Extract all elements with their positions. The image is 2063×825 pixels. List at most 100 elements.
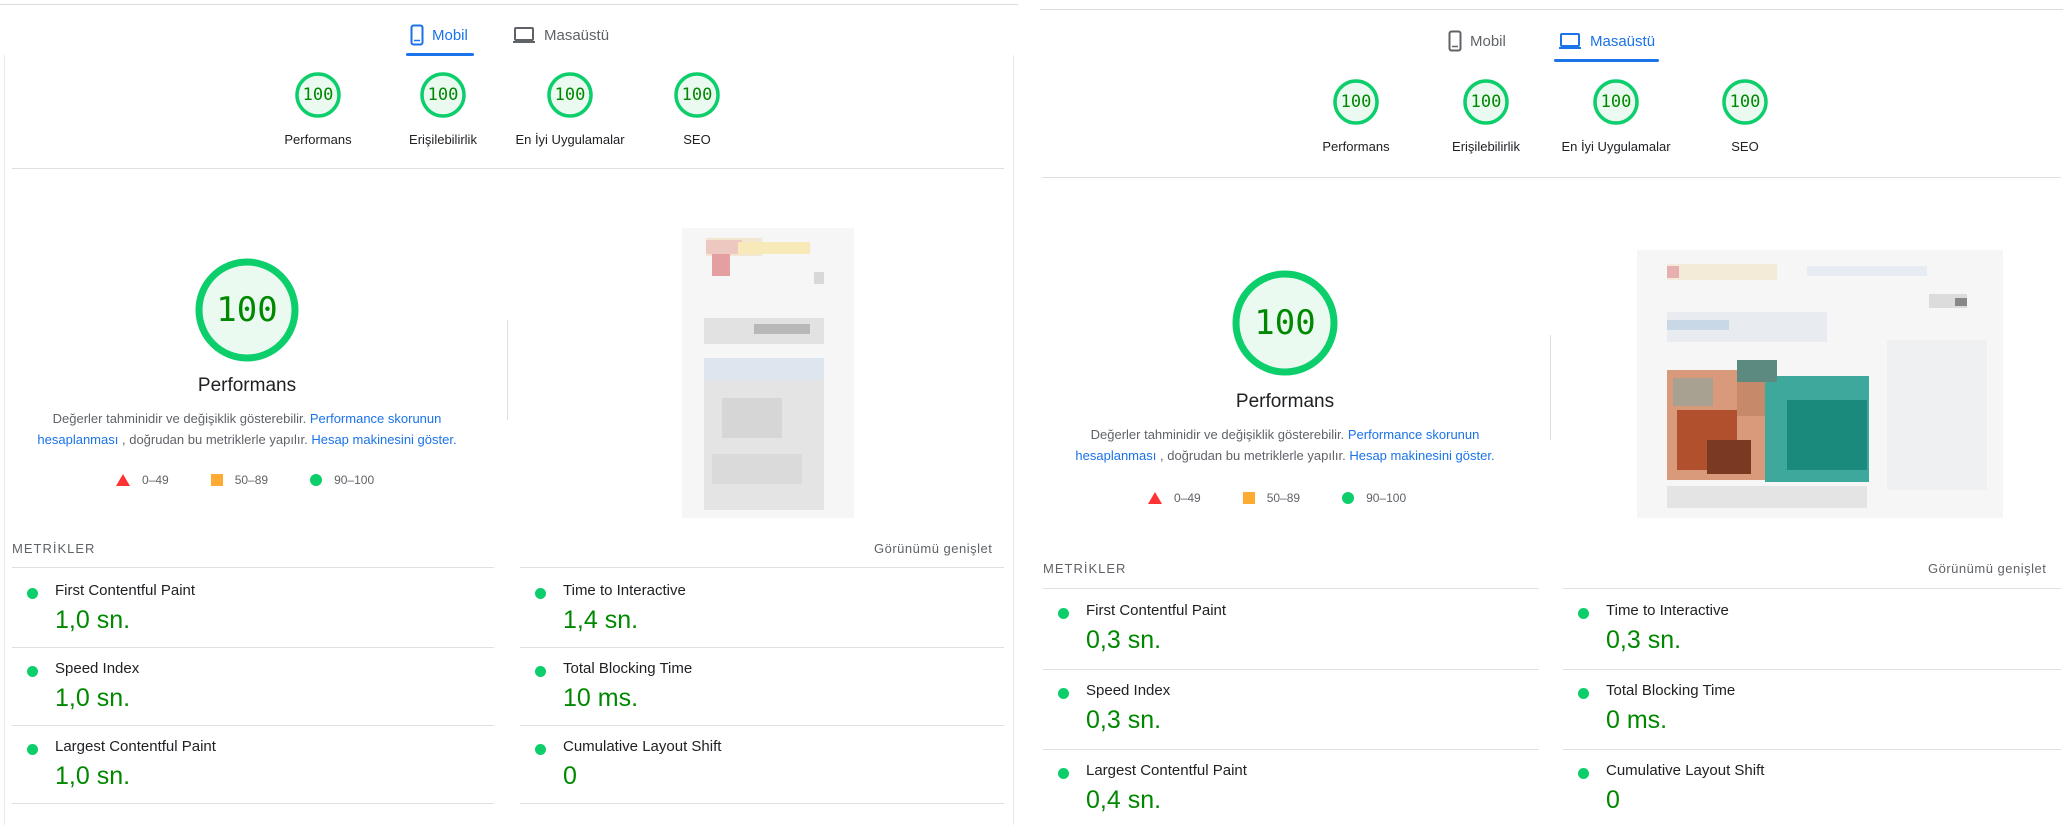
calculator-link[interactable]: Hesap makinesini göster. — [311, 432, 456, 447]
circle-icon — [1342, 492, 1355, 504]
score-description: Değerler tahminidir ve değişiklik göster… — [1070, 424, 1500, 466]
metric-speed-index[interactable]: Speed Index 0,3 sn. — [1043, 680, 1539, 750]
metric-value: 0 ms. — [1606, 706, 1668, 734]
gauge-seo[interactable]: 100 SEO — [1680, 79, 1810, 154]
pass-circle-icon — [535, 588, 546, 599]
metric-name: Largest Contentful Paint — [1086, 762, 1247, 779]
circle-icon — [310, 474, 323, 486]
pass-circle-icon — [535, 744, 546, 755]
legend-fail: 0–49 — [116, 473, 169, 487]
laptop-icon — [513, 27, 535, 43]
pass-circle-icon — [27, 588, 38, 599]
gauge-score: 100 — [1600, 92, 1632, 112]
report-panel-mobile: Mobil Masaüstü 100 Performans 100 Erişil… — [0, 0, 1018, 825]
legend-average: 50–89 — [1242, 491, 1301, 505]
tab-desktop[interactable]: Masaüstü — [512, 14, 609, 56]
legend-label: 50–89 — [1266, 491, 1301, 505]
gauge-accessibility[interactable]: 100 Erişilebilirlik — [1421, 79, 1551, 154]
metric-value: 0,3 sn. — [1086, 706, 1162, 734]
phone-icon — [410, 24, 424, 46]
gauge-accessibility[interactable]: 100 Erişilebilirlik — [378, 72, 508, 147]
tab-mobile[interactable]: Mobil — [406, 14, 474, 56]
gauge-best-practices[interactable]: 100 En İyi Uygulamalar — [1551, 79, 1681, 154]
gauge-score: 100 — [1470, 92, 1502, 112]
tab-desktop-label: Masaüstü — [1590, 32, 1656, 50]
pass-circle-icon — [1578, 688, 1589, 699]
pass-circle-icon — [1578, 608, 1589, 619]
expand-view-toggle[interactable]: Görünümü genişlet — [1928, 561, 2046, 576]
metric-name: Speed Index — [1086, 682, 1171, 699]
metric-first-contentful-paint[interactable]: First Contentful Paint 1,0 sn. — [12, 580, 494, 648]
gauge-score: 100 — [427, 85, 459, 105]
phone-icon — [1448, 30, 1462, 52]
gauge-performance[interactable]: 100 Performans — [1291, 79, 1421, 154]
metric-separator — [12, 647, 494, 648]
square-icon — [1242, 492, 1255, 504]
legend-average: 50–89 — [210, 473, 268, 487]
metric-time-to-interactive[interactable]: Time to Interactive 0,3 sn. — [1563, 600, 2061, 670]
gauge-score: 100 — [1340, 92, 1372, 112]
metric-cumulative-layout-shift[interactable]: Cumulative Layout Shift 0 — [1563, 760, 2061, 825]
active-tab-indicator — [1554, 59, 1660, 62]
metrics-section-title: METRİKLER — [12, 541, 96, 556]
performance-title: Performans — [197, 375, 297, 396]
legend-label: 90–100 — [334, 473, 375, 487]
metric-first-contentful-paint[interactable]: First Contentful Paint 0,3 sn. — [1043, 600, 1539, 670]
legend-pass: 90–100 — [310, 473, 374, 487]
gauge-label: Erişilebilirlik — [1452, 139, 1520, 154]
section-divider — [12, 168, 1004, 169]
metric-largest-contentful-paint[interactable]: Largest Contentful Paint 0,4 sn. — [1043, 760, 1539, 825]
tab-mobile-label: Mobil — [432, 26, 468, 44]
metric-largest-contentful-paint[interactable]: Largest Contentful Paint 1,0 sn. — [12, 736, 494, 804]
legend-pass: 90–100 — [1342, 491, 1406, 505]
gauge-score: 100 — [302, 85, 334, 105]
triangle-icon — [1148, 492, 1162, 504]
metric-name: Largest Contentful Paint — [55, 738, 216, 755]
triangle-icon — [116, 474, 130, 486]
tab-desktop-label: Masaüstü — [544, 26, 610, 44]
performance-main-gauge: 100 — [1232, 270, 1338, 376]
page-screenshot-thumbnail — [682, 228, 854, 518]
metrics-divider — [1563, 588, 2061, 589]
pass-circle-icon — [27, 666, 38, 677]
active-tab-indicator — [406, 53, 474, 56]
metric-value: 1,0 sn. — [55, 762, 131, 790]
description-text: Değerler tahminidir ve değişiklik göster… — [52, 411, 307, 426]
gauge-score: 100 — [554, 85, 586, 105]
metric-separator — [520, 803, 1004, 804]
metric-name: First Contentful Paint — [1086, 602, 1227, 619]
score-description: Değerler tahminidir ve değişiklik göster… — [30, 408, 464, 450]
performance-title: Performans — [1235, 391, 1335, 412]
metric-total-blocking-time[interactable]: Total Blocking Time 10 ms. — [520, 658, 1004, 726]
metric-separator — [1043, 669, 1539, 670]
metric-separator — [1563, 669, 2061, 670]
device-tabs: Mobil Masaüstü — [0, 14, 1018, 56]
gauge-seo[interactable]: 100 SEO — [632, 72, 762, 147]
metric-name: Cumulative Layout Shift — [563, 738, 722, 755]
gauge-performance[interactable]: 100 Performans — [253, 72, 383, 147]
metrics-divider — [1043, 588, 1539, 589]
metric-name: Cumulative Layout Shift — [1606, 762, 1765, 779]
metric-name: Speed Index — [55, 660, 140, 677]
metric-separator — [1563, 749, 2061, 750]
calculator-link[interactable]: Hesap makinesini göster. — [1349, 448, 1494, 463]
tab-desktop[interactable]: Masaüstü — [1554, 20, 1660, 62]
tab-mobile[interactable]: Mobil — [1448, 20, 1506, 62]
expand-view-toggle[interactable]: Görünümü genişlet — [874, 541, 992, 556]
metric-value: 0,4 sn. — [1086, 786, 1162, 814]
metric-cumulative-layout-shift[interactable]: Cumulative Layout Shift 0 — [520, 736, 1004, 804]
description-text-2: , doğrudan bu metriklerle yapılır. — [121, 432, 308, 447]
vertical-divider — [507, 320, 508, 420]
performance-main-gauge: 100 — [195, 258, 299, 362]
legend-label: 0–49 — [142, 473, 169, 487]
metric-separator — [520, 725, 1004, 726]
metric-time-to-interactive[interactable]: Time to Interactive 1,4 sn. — [520, 580, 1004, 648]
metric-separator — [1043, 749, 1539, 750]
page-screenshot-thumbnail — [1637, 250, 2003, 518]
metric-total-blocking-time[interactable]: Total Blocking Time 0 ms. — [1563, 680, 2061, 750]
gauge-best-practices[interactable]: 100 En İyi Uygulamalar — [505, 72, 635, 147]
metric-speed-index[interactable]: Speed Index 1,0 sn. — [12, 658, 494, 726]
metric-value: 1,0 sn. — [55, 684, 131, 712]
pass-circle-icon — [27, 744, 38, 755]
gauge-label: SEO — [1731, 139, 1759, 154]
